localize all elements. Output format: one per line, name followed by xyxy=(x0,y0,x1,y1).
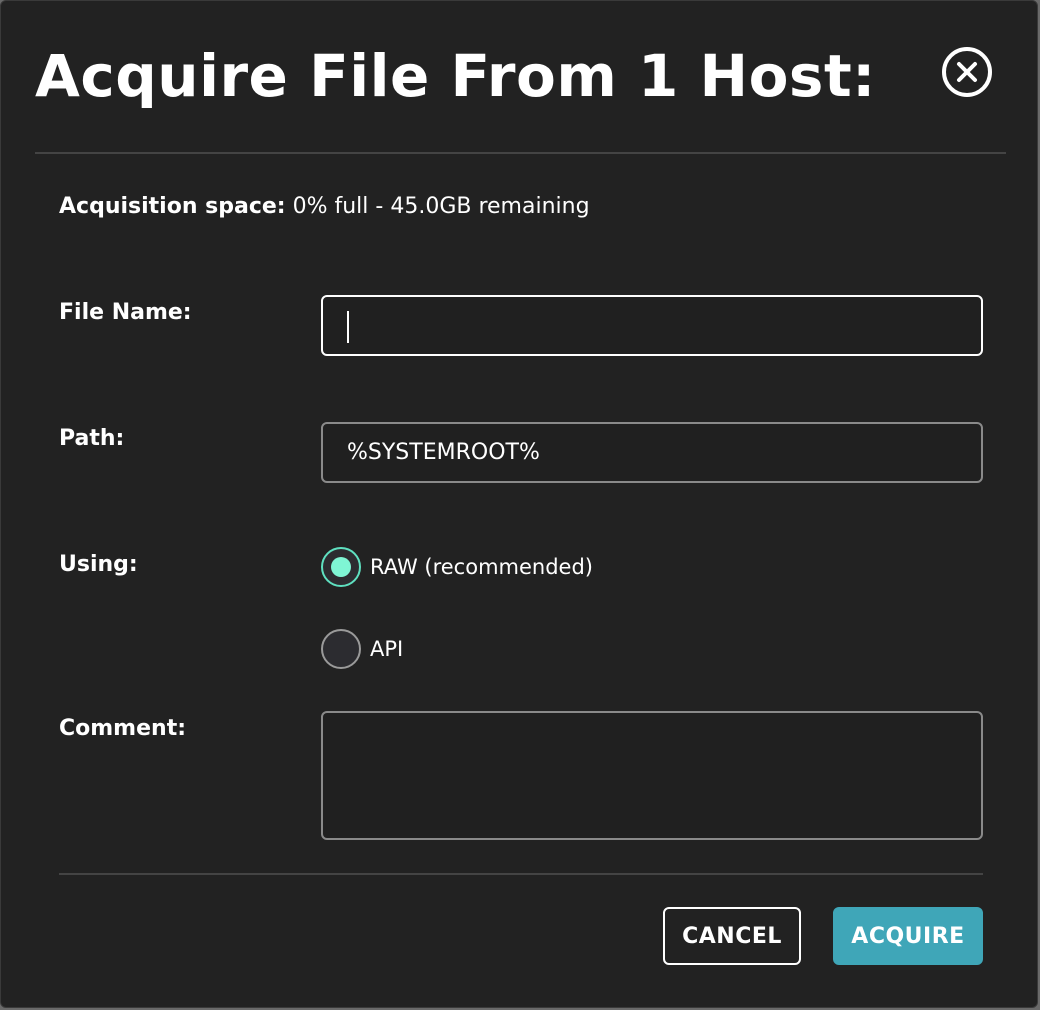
acquire-file-dialog: Acquire File From 1 Host: Acquisition sp… xyxy=(0,0,1038,1008)
raw-radio-label: RAW (recommended) xyxy=(370,555,593,579)
raw-radio-button[interactable] xyxy=(321,547,361,587)
using-label: Using: xyxy=(59,552,138,577)
file-name-input[interactable] xyxy=(321,295,983,356)
radio-option-api[interactable]: API xyxy=(321,629,403,669)
footer-divider xyxy=(59,873,983,875)
cancel-button[interactable]: CANCEL xyxy=(663,907,801,965)
text-caret xyxy=(347,311,349,343)
file-name-label: File Name: xyxy=(59,300,192,325)
comment-label: Comment: xyxy=(59,716,187,741)
api-radio-label: API xyxy=(370,637,404,661)
comment-textarea[interactable] xyxy=(321,711,983,840)
acquire-button[interactable]: ACQUIRE xyxy=(833,907,983,965)
path-input[interactable] xyxy=(321,422,983,483)
acquisition-space-label: Acquisition space: xyxy=(59,194,286,219)
acquisition-space-value: 0% full - 45.0GB remaining xyxy=(285,194,590,219)
radio-option-raw[interactable]: RAW (recommended) xyxy=(321,547,593,587)
path-label: Path: xyxy=(59,426,125,451)
header-divider xyxy=(35,152,1006,154)
dialog-title: Acquire File From 1 Host: xyxy=(35,42,876,110)
close-icon xyxy=(957,62,977,82)
radio-selected-dot xyxy=(331,557,351,577)
api-radio-button[interactable] xyxy=(321,629,361,669)
close-button[interactable] xyxy=(942,47,992,97)
acquisition-space-info: Acquisition space: 0% full - 45.0GB rema… xyxy=(59,191,590,223)
